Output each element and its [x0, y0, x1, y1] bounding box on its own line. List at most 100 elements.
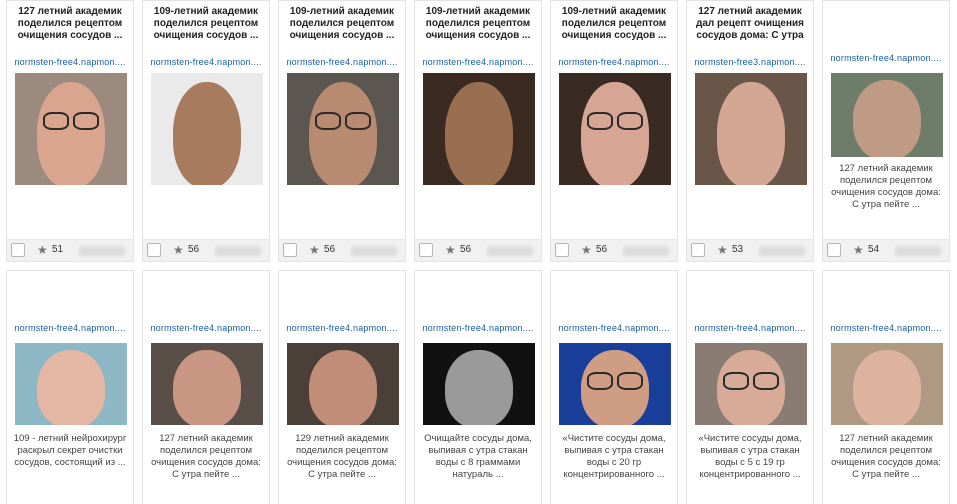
blurred-meta — [351, 246, 397, 256]
portrait-face — [309, 82, 377, 185]
card-source-url[interactable]: normsten-free3.napmon.... — [687, 57, 813, 67]
card-source-url[interactable]: normsten-free4.napmon.... — [551, 323, 677, 333]
card-thumbnail[interactable] — [15, 343, 127, 425]
blurred-meta — [895, 246, 941, 256]
ad-card[interactable]: normsten-free4.napmon.... 127 летний акад… — [142, 270, 270, 504]
portrait-face — [37, 82, 105, 185]
rating-count: 53 — [732, 244, 744, 255]
card-thumbnail[interactable] — [151, 73, 263, 185]
card-thumbnail[interactable] — [15, 73, 127, 185]
card-title[interactable]: 109-летний академик поделился рецептом о… — [551, 6, 677, 44]
select-checkbox[interactable] — [147, 243, 161, 257]
star-icon: ★ — [853, 243, 864, 257]
star-icon: ★ — [445, 243, 456, 257]
ad-card[interactable]: normsten-free4.napmon.... «Чистите сосуды… — [686, 270, 814, 504]
card-description[interactable]: Очищайте сосуды дома, выпивая с утра ста… — [415, 433, 541, 493]
card-source-url[interactable]: normsten-free4.napmon.... — [687, 323, 813, 333]
card-description[interactable]: 109 - летний нейрохирург раскрыл секрет … — [7, 433, 133, 493]
card-footer: ★ 56 — [279, 239, 405, 261]
card-source-url[interactable]: normsten-free4.napmon.... — [823, 53, 949, 63]
card-title[interactable]: 127 летний академик дал рецепт очищения … — [687, 6, 813, 44]
portrait-face — [37, 350, 105, 425]
card-thumbnail[interactable] — [287, 343, 399, 425]
card-thumbnail[interactable] — [695, 73, 807, 185]
card-source-url[interactable]: normsten-free4.napmon.... — [279, 323, 405, 333]
card-source-url[interactable]: normsten-free4.napmon.... — [551, 57, 677, 67]
select-checkbox[interactable] — [419, 243, 433, 257]
ad-card[interactable]: 127 летний академик дал рецепт очищения … — [686, 0, 814, 262]
card-thumbnail[interactable] — [287, 73, 399, 185]
rating-count: 54 — [868, 244, 880, 255]
portrait-face — [445, 350, 513, 425]
ad-card[interactable]: normsten-free4.napmon.... 129 летний акад… — [278, 270, 406, 504]
ad-card[interactable]: normsten-free4.napmon.... 127 летний акад… — [822, 270, 950, 504]
ad-card[interactable]: 127 летний академик поделился рецептом о… — [6, 0, 134, 262]
card-source-url[interactable]: normsten-free4.napmon.... — [823, 323, 949, 333]
star-icon: ★ — [581, 243, 592, 257]
glasses-icon — [345, 112, 371, 130]
card-description[interactable]: «Чистите сосуды дома, выпивая с утра ста… — [551, 433, 677, 493]
card-source-url[interactable]: normsten-free4.napmon.... — [7, 323, 133, 333]
card-thumbnail[interactable] — [831, 343, 943, 425]
glasses-icon — [43, 112, 69, 130]
select-checkbox[interactable] — [555, 243, 569, 257]
blurred-meta — [215, 246, 261, 256]
select-checkbox[interactable] — [283, 243, 297, 257]
card-thumbnail[interactable] — [423, 343, 535, 425]
card-source-url[interactable]: normsten-free4.napmon.... — [143, 57, 269, 67]
glasses-icon — [73, 112, 99, 130]
card-description[interactable]: 127 летний академик поделился рецептом о… — [823, 163, 949, 211]
ad-card[interactable]: 109-летний академик поделился рецептом о… — [550, 0, 678, 262]
ad-card[interactable]: normsten-free4.napmon.... 127 летний акад… — [822, 0, 950, 262]
portrait-face — [853, 80, 921, 157]
rating-count: 56 — [460, 244, 472, 255]
glasses-icon — [617, 372, 643, 390]
portrait-face — [445, 82, 513, 185]
ad-card[interactable]: normsten-free4.napmon.... «Чистите сосуды… — [550, 270, 678, 504]
portrait-face — [853, 350, 921, 425]
star-icon: ★ — [309, 243, 320, 257]
card-footer: ★ 56 — [551, 239, 677, 261]
rating-count: 56 — [188, 244, 200, 255]
card-thumbnail[interactable] — [695, 343, 807, 425]
card-thumbnail[interactable] — [151, 343, 263, 425]
card-thumbnail[interactable] — [559, 343, 671, 425]
card-source-url[interactable]: normsten-free4.napmon.... — [415, 323, 541, 333]
glasses-icon — [587, 372, 613, 390]
card-title[interactable]: 109-летний академик поделился рецептом о… — [279, 6, 405, 44]
card-description[interactable]: 127 летний академик поделился рецептом о… — [143, 433, 269, 493]
rating-count: 51 — [52, 244, 64, 255]
card-description[interactable]: «Чистите сосуды дома, выпивая с утра ста… — [687, 433, 813, 493]
select-checkbox[interactable] — [691, 243, 705, 257]
select-checkbox[interactable] — [827, 243, 841, 257]
card-description[interactable]: 127 летний академик поделился рецептом о… — [823, 433, 949, 493]
card-title[interactable]: 127 летний академик поделился рецептом о… — [7, 6, 133, 44]
card-thumbnail[interactable] — [559, 73, 671, 185]
card-thumbnail[interactable] — [423, 73, 535, 185]
card-source-url[interactable]: normsten-free4.napmon.... — [279, 57, 405, 67]
card-source-url[interactable]: normsten-free4.napmon.... — [415, 57, 541, 67]
card-title[interactable]: 109-летний академик поделился рецептом о… — [143, 6, 269, 44]
ad-card[interactable]: 109-летний академик поделился рецептом о… — [142, 0, 270, 262]
ad-card[interactable]: 109-летний академик поделился рецептом о… — [414, 0, 542, 262]
ad-card[interactable]: normsten-free4.napmon.... Очищайте сосуды… — [414, 270, 542, 504]
rating-count: 56 — [324, 244, 336, 255]
card-description[interactable]: 129 летний академик поделился рецептом о… — [279, 433, 405, 493]
select-checkbox[interactable] — [11, 243, 25, 257]
star-icon: ★ — [717, 243, 728, 257]
glasses-icon — [753, 372, 779, 390]
card-footer: ★ 56 — [143, 239, 269, 261]
blurred-meta — [487, 246, 533, 256]
blurred-meta — [623, 246, 669, 256]
portrait-face — [717, 82, 785, 185]
star-icon: ★ — [173, 243, 184, 257]
glasses-icon — [617, 112, 643, 130]
portrait-face — [309, 350, 377, 425]
ad-card[interactable]: normsten-free4.napmon.... 109 - летний не… — [6, 270, 134, 504]
ad-card[interactable]: 109-летний академик поделился рецептом о… — [278, 0, 406, 262]
card-footer: ★ 53 — [687, 239, 813, 261]
card-source-url[interactable]: normsten-free4.napmon.... — [143, 323, 269, 333]
card-source-url[interactable]: normsten-free4.napmon.... — [7, 57, 133, 67]
card-thumbnail[interactable] — [831, 73, 943, 157]
card-title[interactable]: 109-летний академик поделился рецептом о… — [415, 6, 541, 44]
